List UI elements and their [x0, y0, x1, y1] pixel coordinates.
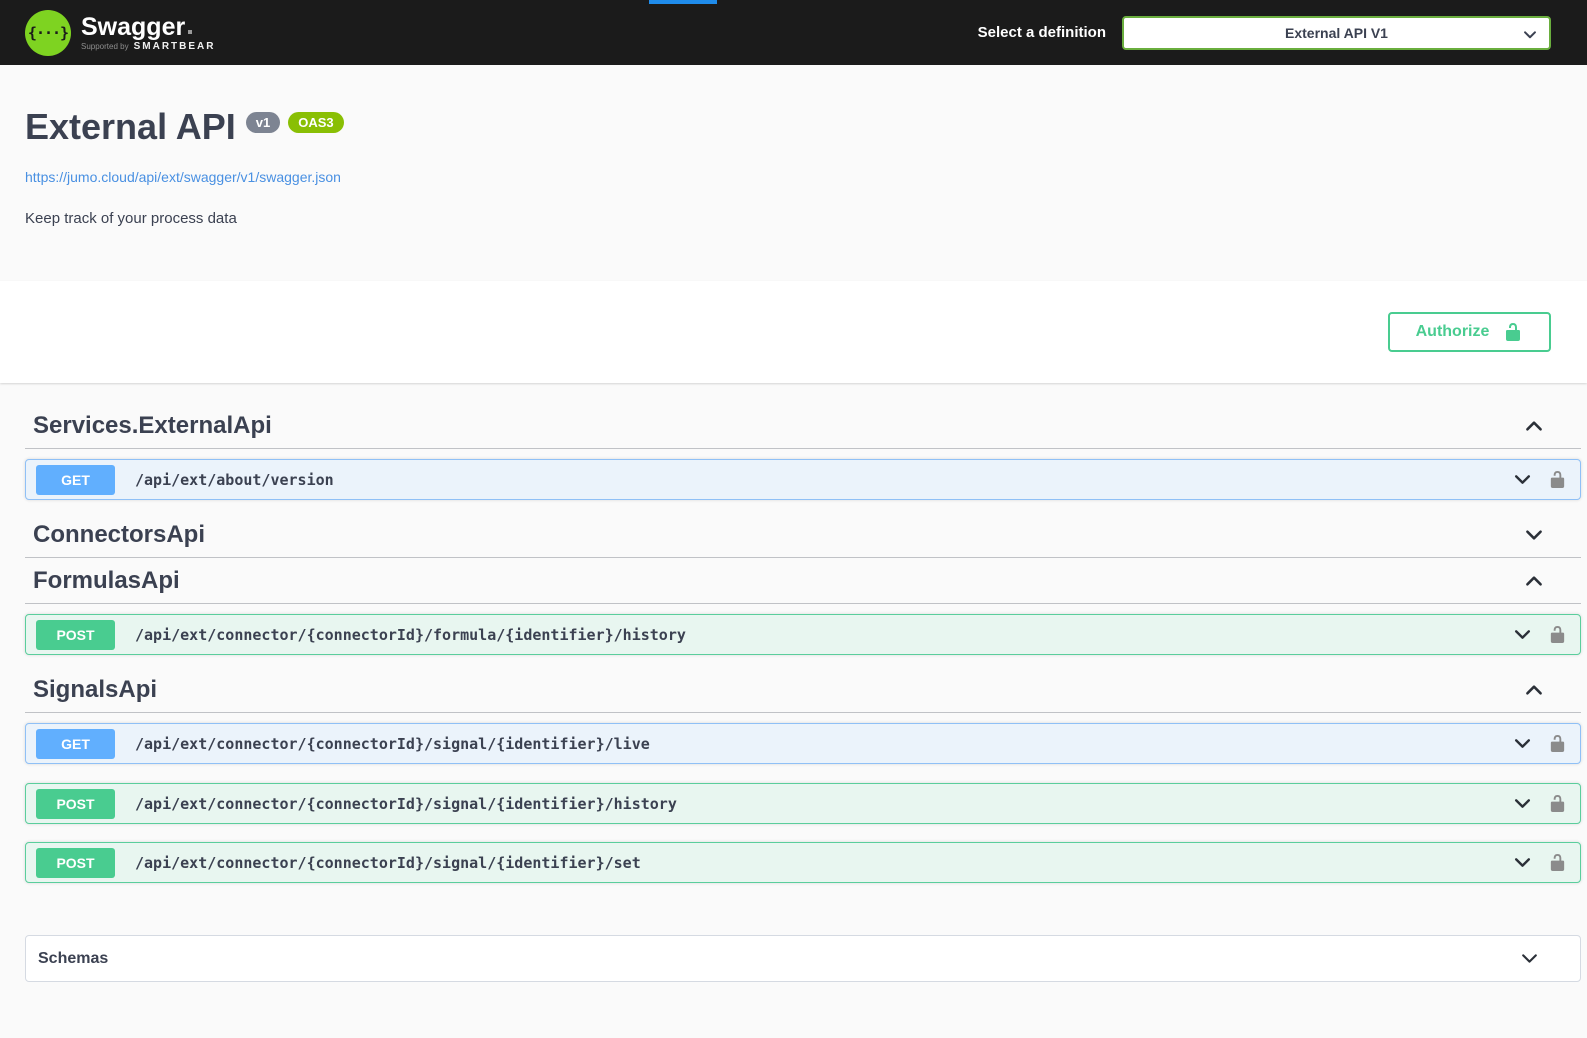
operation-path: /api/ext/connector/{connectorId}/signal/… [135, 735, 650, 753]
chevron-down-icon[interactable] [1512, 733, 1533, 754]
definition-select[interactable]: External API V1 [1122, 16, 1551, 50]
section-title: SignalsApi [33, 676, 157, 704]
chevron-down-icon[interactable] [1512, 852, 1533, 873]
method-badge: GET [36, 729, 115, 759]
section-services-externalapi[interactable]: Services.ExternalApi [25, 403, 1581, 449]
operation-path: /api/ext/connector/{connectorId}/formula… [135, 626, 686, 644]
section-title: FormulasApi [33, 567, 180, 595]
method-badge: POST [36, 620, 115, 650]
chevron-up-icon[interactable] [1523, 570, 1545, 592]
logo-braces-glyph: {···} [28, 24, 68, 42]
unlock-icon[interactable] [1548, 734, 1567, 753]
definition-label: Select a definition [978, 24, 1106, 41]
section-signalsapi[interactable]: SignalsApi [25, 667, 1581, 713]
chevron-down-icon [1521, 26, 1539, 44]
unlock-icon[interactable] [1548, 853, 1567, 872]
operation-path: /api/ext/connector/{connectorId}/signal/… [135, 854, 641, 872]
method-badge: POST [36, 789, 115, 819]
authorize-label: Authorize [1416, 323, 1490, 341]
page-title: External API [25, 106, 236, 148]
swagger-logo-icon: {···} [25, 10, 71, 56]
definition-selected-value: External API V1 [1285, 25, 1388, 41]
version-badge: v1 [246, 112, 280, 133]
chevron-down-icon[interactable] [1512, 469, 1533, 490]
smartbear-label: SMARTBEAR [134, 41, 216, 52]
active-tab-indicator [649, 0, 717, 4]
authorize-button[interactable]: Authorize [1388, 312, 1551, 352]
schemas-section[interactable]: Schemas [25, 935, 1581, 982]
unlock-icon[interactable] [1548, 470, 1567, 489]
chevron-down-icon[interactable] [1523, 524, 1545, 546]
supported-by-label: Supported by [81, 42, 129, 51]
schemas-title: Schemas [38, 950, 108, 968]
api-info-section: External API v1 OAS3 https://jumo.cloud/… [0, 65, 1587, 281]
section-title: ConnectorsApi [33, 521, 205, 549]
section-title: Services.ExternalApi [33, 412, 272, 440]
chevron-up-icon[interactable] [1523, 679, 1545, 701]
chevron-down-icon[interactable] [1519, 948, 1540, 969]
operation-row[interactable]: POST /api/ext/connector/{connectorId}/fo… [25, 614, 1581, 655]
operation-path: /api/ext/about/version [135, 471, 334, 489]
unlock-icon [1503, 322, 1523, 342]
chevron-down-icon[interactable] [1512, 793, 1533, 814]
method-badge: POST [36, 848, 115, 878]
operation-row[interactable]: GET /api/ext/about/version [25, 459, 1581, 500]
operation-row[interactable]: POST /api/ext/connector/{connectorId}/si… [25, 783, 1581, 824]
logo-text: Swagger Supported by SMARTBEAR [81, 14, 215, 52]
unlock-icon[interactable] [1548, 625, 1567, 644]
section-connectorsapi[interactable]: ConnectorsApi [25, 512, 1581, 558]
scheme-container: Authorize [0, 281, 1587, 383]
topbar: {···} Swagger Supported by SMARTBEAR Sel… [0, 0, 1587, 65]
unlock-icon[interactable] [1548, 794, 1567, 813]
trademark-dot [188, 30, 192, 34]
definition-selector: Select a definition External API V1 [978, 16, 1551, 50]
operation-path: /api/ext/connector/{connectorId}/signal/… [135, 795, 677, 813]
api-description: Keep track of your process data [25, 210, 1562, 227]
brand-name: Swagger [81, 14, 185, 40]
method-badge: GET [36, 465, 115, 495]
oas3-badge: OAS3 [288, 112, 343, 133]
chevron-up-icon[interactable] [1523, 415, 1545, 437]
spec-url-link[interactable]: https://jumo.cloud/api/ext/swagger/v1/sw… [25, 169, 341, 185]
chevron-down-icon[interactable] [1512, 624, 1533, 645]
operation-row[interactable]: GET /api/ext/connector/{connectorId}/sig… [25, 723, 1581, 764]
section-formulasapi[interactable]: FormulasApi [25, 558, 1581, 604]
operations-wrapper: Services.ExternalApi GET /api/ext/about/… [0, 403, 1587, 982]
operation-row[interactable]: POST /api/ext/connector/{connectorId}/si… [25, 842, 1581, 883]
swagger-logo[interactable]: {···} Swagger Supported by SMARTBEAR [25, 10, 215, 56]
